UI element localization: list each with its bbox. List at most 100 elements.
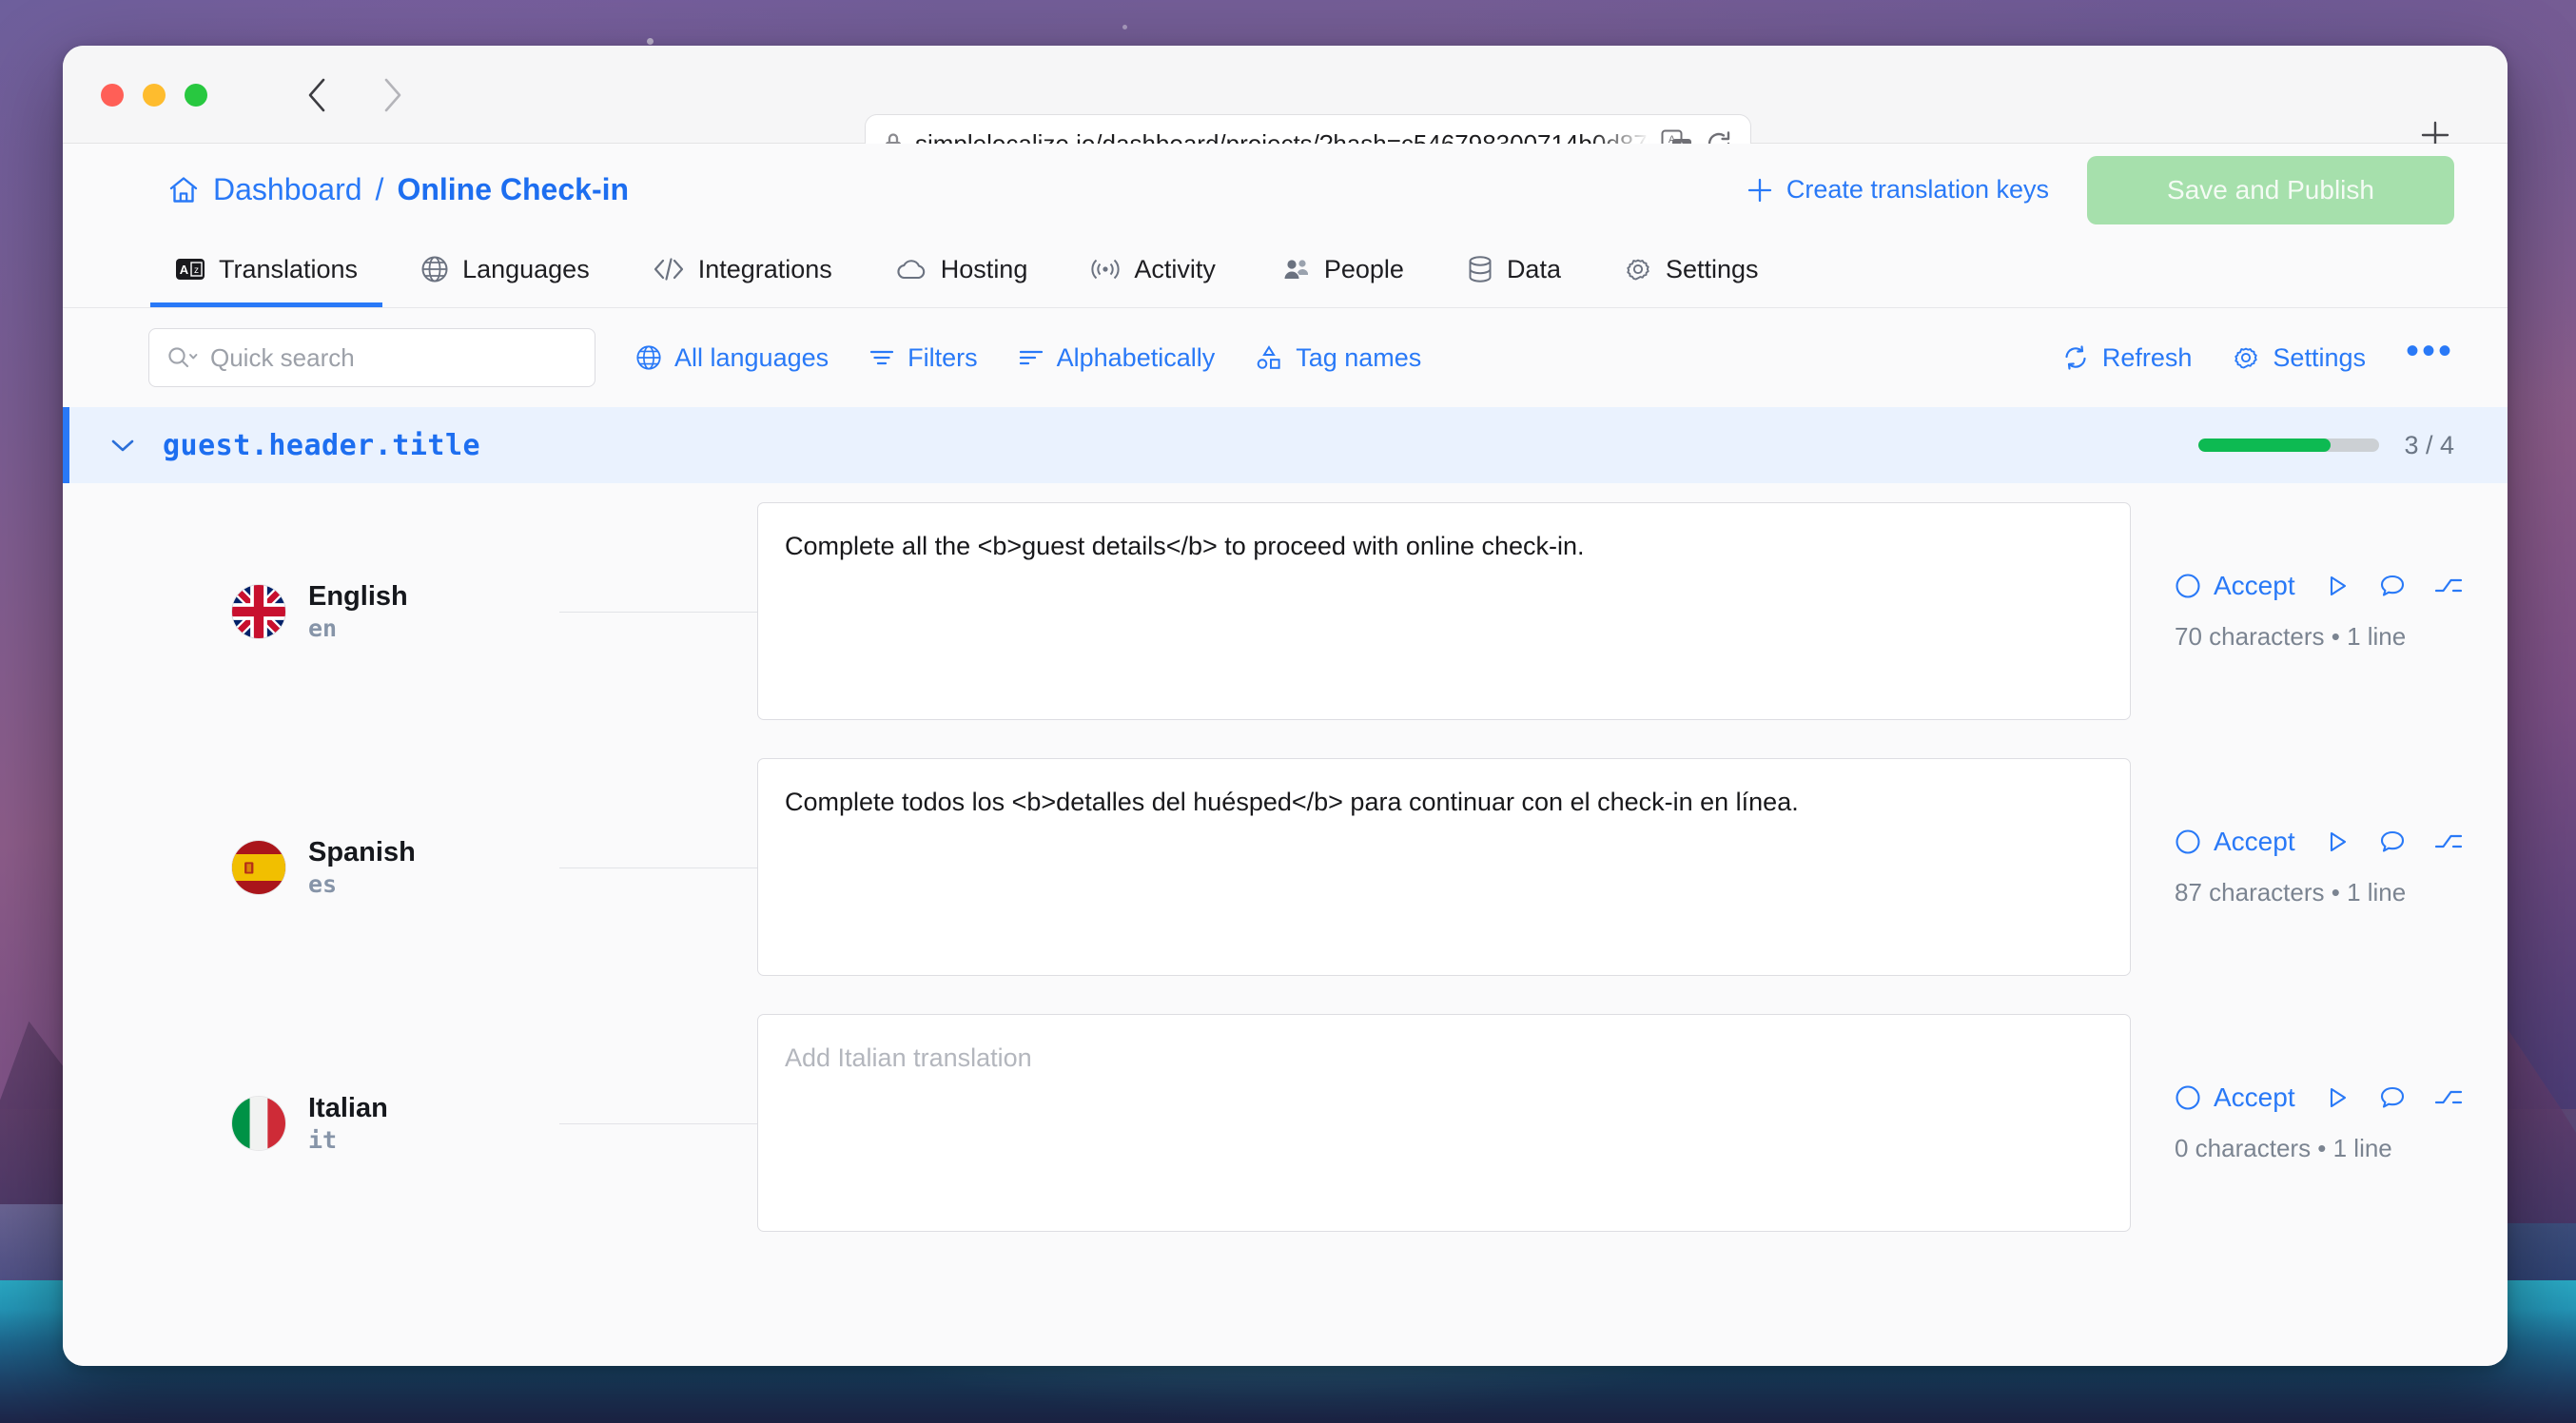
accept-button[interactable]: Accept — [2175, 827, 2295, 857]
desktop-wallpaper: simplelocalize.io/dashboard/projects/?ha… — [0, 0, 2576, 1423]
toolbar-link-label: Settings — [2273, 342, 2366, 372]
translation-list: English en Complete all the <b>guest det… — [63, 483, 2508, 1251]
save-and-publish-button[interactable]: Save and Publish — [2087, 155, 2454, 224]
plus-icon — [1747, 177, 1773, 204]
minimize-window-button[interactable] — [143, 84, 166, 107]
circle-icon — [2175, 828, 2201, 855]
tab-label: Data — [1506, 254, 1561, 283]
accept-label: Accept — [2214, 827, 2295, 856]
accept-label: Accept — [2214, 1082, 2295, 1112]
sort-icon — [1018, 345, 1044, 370]
database-icon — [1467, 255, 1493, 283]
refresh-button[interactable]: Refresh — [2061, 343, 2192, 373]
search-input[interactable]: Quick search — [148, 328, 595, 387]
gear-icon — [2232, 343, 2260, 372]
page-header: Dashboard / Online Check-in Create trans… — [63, 144, 2508, 236]
translation-key-name: guest.header.title — [163, 428, 481, 462]
option-key-icon[interactable] — [2434, 829, 2463, 854]
wallpaper-star — [1122, 25, 1127, 29]
wallpaper-star — [647, 38, 654, 45]
translation-key-row[interactable]: guest.header.title 3 / 4 — [63, 407, 2508, 483]
translation-value-cell: Complete all the <b>guest details</b> to… — [757, 483, 2156, 739]
toolbar-right-group: Refresh Settings ••• — [2061, 332, 2454, 373]
play-icon[interactable] — [2324, 1084, 2351, 1111]
translation-actions: Accept 0 characters • 1 line — [2156, 995, 2508, 1251]
translation-textarea[interactable]: Complete todos los <b>detalles del huésp… — [757, 758, 2131, 976]
forward-arrow-icon[interactable] — [377, 76, 409, 114]
language-label: English en — [308, 581, 408, 642]
tab-hosting[interactable]: Hosting — [870, 236, 1053, 307]
row-divider — [559, 611, 757, 613]
code-brackets-icon — [653, 256, 685, 283]
circle-icon — [2175, 573, 2201, 599]
users-icon — [1278, 256, 1311, 283]
toolbar-link-label: Filters — [907, 342, 978, 372]
maximize-window-button[interactable] — [185, 84, 207, 107]
language-name: English — [308, 580, 408, 612]
language-code: it — [308, 1125, 338, 1154]
app-page: Dashboard / Online Check-in Create trans… — [63, 144, 2508, 1366]
create-translation-keys-label: Create translation keys — [1786, 175, 2049, 204]
language-name: Spanish — [308, 836, 416, 867]
tab-people[interactable]: People — [1254, 236, 1429, 307]
navigation-arrows — [301, 76, 409, 114]
table-settings-button[interactable]: Settings — [2232, 343, 2366, 373]
comment-icon[interactable] — [2379, 1084, 2406, 1111]
header-actions: Create translation keys Save and Publish — [1747, 155, 2454, 224]
cloud-icon — [895, 257, 927, 282]
translation-value-cell: Add Italian translation — [757, 995, 2156, 1251]
tab-label: Translations — [219, 254, 359, 283]
option-key-icon[interactable] — [2434, 1085, 2463, 1110]
filters-button[interactable]: Filters — [868, 343, 978, 373]
tab-data[interactable]: Data — [1442, 236, 1586, 307]
comment-icon[interactable] — [2379, 828, 2406, 855]
tab-integrations[interactable]: Integrations — [628, 236, 857, 307]
window-controls — [101, 84, 207, 107]
tab-activity[interactable]: Activity — [1065, 236, 1240, 307]
accept-button[interactable]: Accept — [2175, 571, 2295, 601]
flag-it-icon — [232, 1096, 285, 1150]
filter-toolbar: Quick search All languages Filters Alpha… — [63, 308, 2508, 407]
tab-languages[interactable]: Languages — [396, 236, 615, 307]
search-icon — [166, 344, 199, 371]
tab-translations[interactable]: A z Translations — [150, 236, 383, 307]
language-label: Spanish es — [308, 837, 416, 898]
progress-bar-fill — [2198, 439, 2332, 452]
chevron-down-icon[interactable] — [107, 434, 138, 457]
play-icon[interactable] — [2324, 573, 2351, 599]
breadcrumb-dashboard-link[interactable]: Dashboard — [213, 172, 362, 207]
option-key-icon[interactable] — [2434, 574, 2463, 598]
sort-alphabetically-button[interactable]: Alphabetically — [1018, 342, 1216, 373]
comment-icon[interactable] — [2379, 573, 2406, 599]
language-code: es — [308, 869, 338, 898]
character-count: 70 characters • 1 line — [2175, 622, 2407, 651]
translation-actions: Accept 70 characters • 1 line — [2156, 483, 2508, 739]
home-icon[interactable] — [167, 174, 200, 206]
translation-row: Spanish es Complete todos los <b>detalle… — [63, 739, 2508, 995]
language-cell: Spanish es — [148, 739, 757, 995]
globe-icon — [420, 255, 449, 283]
close-window-button[interactable] — [101, 84, 124, 107]
play-icon[interactable] — [2324, 828, 2351, 855]
character-count: 0 characters • 1 line — [2175, 1134, 2392, 1162]
all-languages-filter[interactable]: All languages — [635, 343, 829, 373]
translation-textarea[interactable]: Add Italian translation — [757, 1014, 2131, 1232]
more-options-button[interactable]: ••• — [2406, 332, 2454, 372]
tab-settings[interactable]: Settings — [1599, 236, 1784, 307]
tab-label: Languages — [462, 254, 590, 283]
toolbar-link-label: Tag names — [1296, 342, 1422, 372]
tags-shapes-icon — [1255, 344, 1283, 371]
create-translation-keys-button[interactable]: Create translation keys — [1747, 175, 2049, 205]
toolbar-link-label: All languages — [674, 342, 829, 372]
language-label: Italian it — [308, 1093, 388, 1154]
accept-button[interactable]: Accept — [2175, 1082, 2295, 1113]
back-arrow-icon[interactable] — [301, 76, 333, 114]
toolbar-link-label: Alphabetically — [1056, 342, 1216, 372]
globe-icon — [635, 344, 662, 371]
language-cell: English en — [148, 483, 757, 739]
breadcrumb: Dashboard / Online Check-in — [167, 172, 629, 207]
translation-textarea[interactable]: Complete all the <b>guest details</b> to… — [757, 502, 2131, 720]
browser-toolbar: simplelocalize.io/dashboard/projects/?ha… — [63, 46, 2508, 173]
action-icon-group: Accept — [2175, 827, 2508, 857]
tag-names-button[interactable]: Tag names — [1255, 343, 1421, 373]
